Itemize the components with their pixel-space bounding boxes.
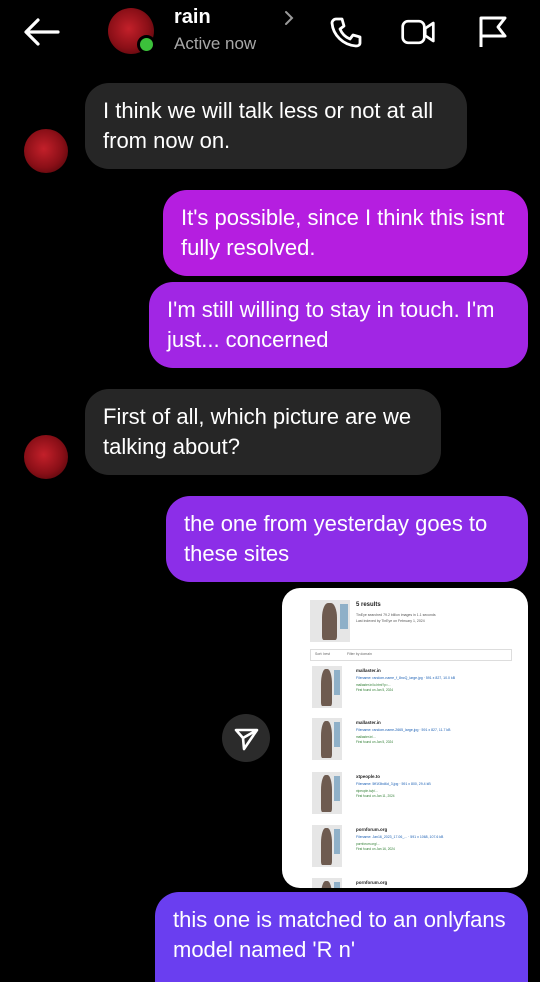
message-outgoing[interactable]: the one from yesterday goes to these sit… bbox=[166, 496, 528, 582]
chevron-right-icon[interactable] bbox=[283, 10, 295, 26]
contact-status: Active now bbox=[174, 34, 257, 53]
video-call-icon[interactable] bbox=[400, 14, 436, 50]
sort-filter: Sort: best bbox=[315, 652, 330, 656]
result-item: xtpeople.to Filename: 5ff1f3bd6d_3.jpg ·… bbox=[312, 772, 512, 818]
message-outgoing[interactable]: I'm still willing to stay in touch. I'm … bbox=[149, 282, 528, 368]
sender-avatar[interactable] bbox=[24, 435, 68, 479]
result-item: mallaster.in Filename: random-name-2665_… bbox=[312, 718, 512, 764]
online-indicator bbox=[137, 35, 156, 54]
message-outgoing[interactable]: this one is matched to an onlyfans model… bbox=[155, 892, 528, 982]
search-meta: TinEye searched 79.2 billion images in 1… bbox=[356, 613, 436, 617]
send-icon bbox=[234, 728, 259, 751]
result-item: pornforum.org Filename: Jan16_2023_17.06… bbox=[312, 825, 512, 871]
attached-screenshot[interactable]: 5 results TinEye searched 79.2 billion i… bbox=[282, 588, 528, 888]
contact-name[interactable]: rain bbox=[174, 6, 211, 29]
chat-header: rain Active now bbox=[0, 0, 540, 70]
query-thumbnail bbox=[310, 600, 350, 642]
flag-icon[interactable] bbox=[474, 14, 510, 50]
results-count: 5 results bbox=[356, 602, 381, 608]
domain-filter: Filter by domain bbox=[347, 652, 372, 656]
contact-avatar[interactable] bbox=[108, 8, 156, 54]
result-item: pornforum.org bbox=[312, 878, 512, 888]
share-button[interactable] bbox=[222, 714, 270, 762]
filter-bar: Sort: best Filter by domain bbox=[310, 649, 512, 661]
sender-avatar[interactable] bbox=[24, 129, 68, 173]
phone-icon[interactable] bbox=[328, 14, 364, 50]
message-incoming[interactable]: First of all, which picture are we talki… bbox=[85, 389, 441, 475]
index-meta: Last indexed by TinEye on February 1, 20… bbox=[356, 619, 425, 623]
message-incoming[interactable]: I think we will talk less or not at all … bbox=[85, 83, 467, 169]
back-arrow-icon[interactable] bbox=[22, 14, 62, 50]
result-item: mallaster.in Filename: random-name_f_8nc… bbox=[312, 666, 512, 712]
message-outgoing[interactable]: It's possible, since I think this isnt f… bbox=[163, 190, 528, 276]
